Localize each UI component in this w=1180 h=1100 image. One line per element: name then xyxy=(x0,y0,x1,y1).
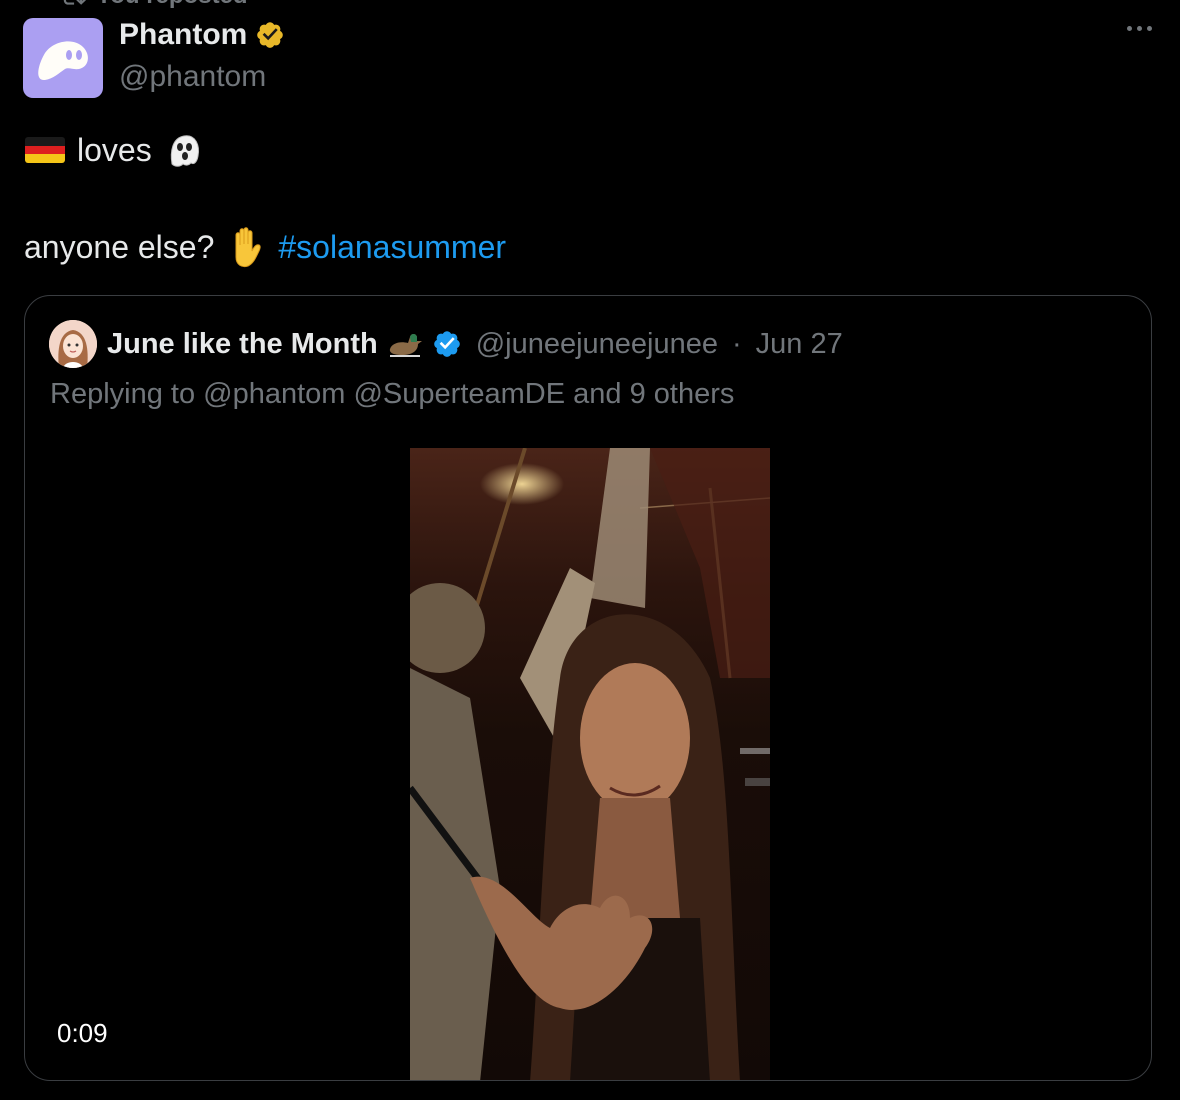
quoted-post-header: June like the Month @juneejuneejunee · J… xyxy=(49,320,843,368)
video-thumbnail[interactable] xyxy=(410,448,770,1080)
video-duration: 0:09 xyxy=(57,1018,108,1048)
gold-verified-badge-icon[interactable] xyxy=(255,20,285,50)
repost-indicator: You reposted xyxy=(60,0,248,9)
duck-icon xyxy=(389,334,422,357)
post-text-question: anyone else? xyxy=(24,228,215,265)
author-display-name[interactable]: Phantom xyxy=(119,18,247,52)
repost-icon xyxy=(63,0,86,5)
quoted-author-handle[interactable]: @juneejuneejunee xyxy=(476,328,718,361)
hashtag-link[interactable]: #solanasummer xyxy=(278,229,506,266)
quoted-post-date[interactable]: Jun 27 xyxy=(756,328,843,361)
author-avatar[interactable] xyxy=(23,18,103,98)
author-name-row: Phantom xyxy=(119,18,285,52)
post-text-line-2: anyone else? #solanasummer xyxy=(24,224,506,270)
avatar-illustration xyxy=(49,320,97,368)
more-options-icon[interactable] xyxy=(1127,26,1152,31)
quoted-author-avatar[interactable] xyxy=(49,320,97,368)
quoted-post[interactable]: June like the Month @juneejuneejunee · J… xyxy=(24,295,1152,1081)
post-text-line-1: loves xyxy=(25,128,204,172)
replying-to-text[interactable]: Replying to @phantom @SuperteamDE and 9 … xyxy=(50,378,734,411)
raised-hand-icon xyxy=(235,227,262,268)
author-handle[interactable]: @phantom xyxy=(119,60,266,94)
repost-label: You reposted xyxy=(96,0,248,10)
ghost-icon xyxy=(170,135,199,167)
germany-flag-icon xyxy=(25,137,65,163)
phantom-logo-icon xyxy=(38,41,88,80)
meta-separator: · xyxy=(732,327,742,360)
quoted-author-display-name[interactable]: June like the Month xyxy=(107,328,378,361)
blue-verified-badge-icon[interactable] xyxy=(432,329,462,359)
post-text-word: loves xyxy=(77,131,152,168)
video-frame-illustration xyxy=(410,448,770,1080)
